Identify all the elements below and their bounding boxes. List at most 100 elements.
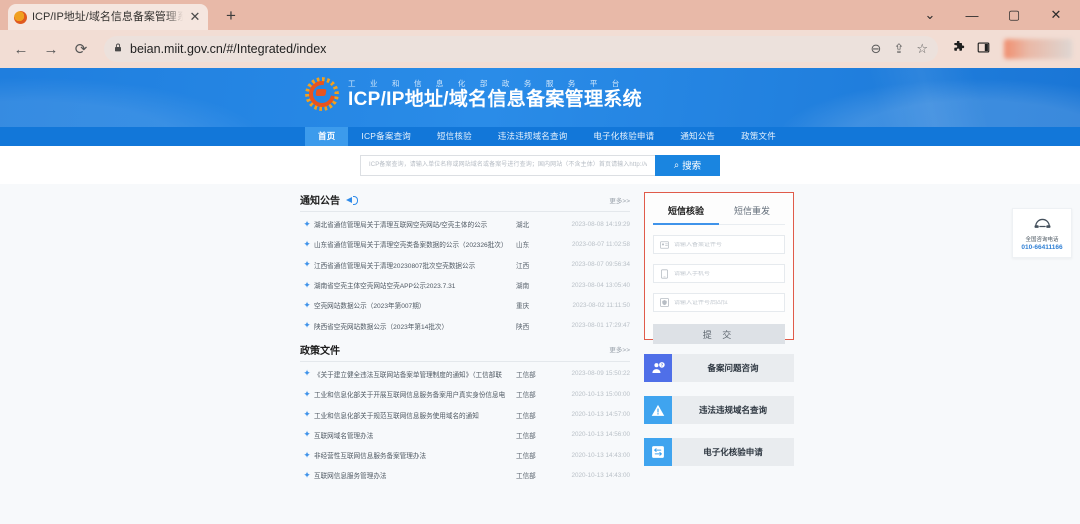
list-item[interactable]: ✦ 《关于建立健全违法互联网站备案单管理制度的通知》（工信部联 工信部 2023… bbox=[300, 364, 630, 384]
url-text: beian.miit.gov.cn/#/Integrated/index bbox=[130, 42, 326, 56]
bookmark-star-icon[interactable]: ☆ bbox=[916, 41, 928, 57]
close-tab-icon[interactable]: ✕ bbox=[188, 10, 202, 24]
list-item[interactable]: ✦ 工业和信息化部关于开展互联网信息服务备案用户真实身份信息电 工信部 2020… bbox=[300, 384, 630, 404]
nav-item-notices[interactable]: 通知公告 bbox=[667, 127, 728, 146]
notice-title[interactable]: 山东省通信管理局关于清理空壳类备案数据的公示（202326批次） bbox=[314, 239, 516, 249]
search-wrapper: ⌕ 搜索 bbox=[360, 155, 720, 176]
share-icon[interactable]: ⇪ bbox=[893, 41, 904, 57]
reload-icon[interactable]: ⟳ bbox=[68, 36, 94, 62]
search-button[interactable]: ⌕ 搜索 bbox=[655, 155, 720, 176]
bullet-icon: ✦ bbox=[300, 471, 314, 480]
policy-title[interactable]: 工业和信息化部关于规范互联网信息服务使用域名的通知 bbox=[314, 410, 516, 420]
address-bar[interactable]: beian.miit.gov.cn/#/Integrated/index ⊖ ⇪… bbox=[104, 36, 938, 62]
policy-title[interactable]: 互联网域名管理办法 bbox=[314, 430, 516, 440]
notice-title[interactable]: 湖北省通信管理局关于清理互联网空壳网站/空壳主体的公示 bbox=[314, 219, 516, 229]
sms-code-input[interactable] bbox=[674, 300, 778, 306]
policies-list: ✦ 《关于建立健全违法互联网站备案单管理制度的通知》（工信部联 工信部 2023… bbox=[300, 364, 630, 486]
warning-triangle-icon bbox=[644, 396, 672, 424]
user-question-icon: ? bbox=[644, 354, 672, 382]
policy-title[interactable]: 工业和信息化部关于开展互联网信息服务备案用户真实身份信息电 bbox=[314, 389, 516, 399]
nav-item-electronic-verification[interactable]: 电子化核验申请 bbox=[580, 127, 667, 146]
notice-title[interactable]: 湖南省空壳主体空壳网站空壳APP公示2023.7.31 bbox=[314, 280, 516, 290]
notice-region: 山东 bbox=[516, 239, 556, 249]
bullet-icon: ✦ bbox=[300, 301, 314, 310]
list-item[interactable]: ✦ 互联网域名管理办法 工信部 2020-10-13 14:56:00 bbox=[300, 425, 630, 445]
minimize-button[interactable]: — bbox=[952, 3, 992, 27]
hotline-number[interactable]: 010-66411166 bbox=[1021, 244, 1062, 251]
tab-sms-verify[interactable]: 短信核验 bbox=[653, 199, 719, 225]
list-item[interactable]: ✦ 工业和信息化部关于规范互联网信息服务使用域名的通知 工信部 2020-10-… bbox=[300, 404, 630, 424]
list-item[interactable]: ✦ 山东省通信管理局关于清理空壳类备案数据的公示（202326批次） 山东 20… bbox=[300, 234, 630, 254]
policy-date: 2023-08-09 15:50:22 bbox=[556, 370, 630, 377]
nav-item-home[interactable]: 首页 bbox=[305, 127, 348, 146]
sms-record-input[interactable] bbox=[674, 242, 778, 248]
search-input[interactable] bbox=[360, 155, 655, 176]
list-item[interactable]: ✦ 空壳网站数据公示（2023年第007期） 重庆 2023-08-02 11:… bbox=[300, 295, 630, 315]
bullet-icon: ✦ bbox=[300, 390, 314, 399]
sms-field-record-no[interactable] bbox=[653, 235, 785, 254]
list-item[interactable]: ✦ 互联网信息服务管理办法 工信部 2020-10-13 14:43:00 bbox=[300, 465, 630, 485]
policy-title[interactable]: 非经营性互联网信息服务备案管理办法 bbox=[314, 450, 516, 460]
bullet-icon: ✦ bbox=[300, 281, 314, 290]
nav-item-sms-verify[interactable]: 短信核验 bbox=[424, 127, 485, 146]
service-button-illegal-domain[interactable]: 违法违规域名查询 bbox=[644, 396, 794, 424]
sms-mobile-input[interactable] bbox=[674, 271, 778, 277]
policy-title[interactable]: 互联网信息服务管理办法 bbox=[314, 470, 516, 480]
mobile-icon bbox=[660, 269, 669, 279]
nav-item-illegal-domain-query[interactable]: 违法违规域名查询 bbox=[485, 127, 581, 146]
nav-item-icp-query[interactable]: ICP备案查询 bbox=[348, 127, 424, 146]
notices-more-link[interactable]: 更多>> bbox=[609, 195, 630, 205]
list-item[interactable]: ✦ 非经营性互联网信息服务备案管理办法 工信部 2020-10-13 14:43… bbox=[300, 445, 630, 465]
hotline-widget[interactable]: 全国咨询电话 010-66411166 bbox=[1012, 208, 1072, 258]
policy-title[interactable]: 《关于建立健全违法互联网站备案单管理制度的通知》（工信部联 bbox=[314, 369, 516, 379]
search-band: ⌕ 搜索 bbox=[0, 146, 1080, 184]
close-window-button[interactable]: ✕ bbox=[1036, 3, 1076, 27]
sms-field-code[interactable] bbox=[653, 293, 785, 312]
new-tab-button[interactable]: + bbox=[218, 3, 244, 29]
back-icon[interactable]: ← bbox=[8, 36, 34, 62]
policy-source: 工信部 bbox=[516, 430, 556, 440]
sms-field-mobile[interactable] bbox=[653, 264, 785, 283]
browser-tab[interactable]: ICP/IP地址/域名信息备案管理系 ✕ bbox=[8, 4, 208, 30]
notice-title[interactable]: 陕西省空壳网站数据公示（2023年第14批次） bbox=[314, 321, 516, 331]
list-item[interactable]: ✦ 湖北省通信管理局关于清理互联网空壳网站/空壳主体的公示 湖北 2023-08… bbox=[300, 214, 630, 234]
policy-source: 工信部 bbox=[516, 389, 556, 399]
notice-date: 2023-08-04 13:05:40 bbox=[556, 282, 630, 289]
list-item[interactable]: ✦ 江西省通信管理局关于清理20230807批次空壳数据公示 江西 2023-0… bbox=[300, 255, 630, 275]
chevron-down-icon[interactable]: ⌄ bbox=[910, 3, 950, 27]
service-button-electronic-verify[interactable]: 电子化核验申请 bbox=[644, 438, 794, 466]
site-header: 工 业 和 信 息 化 部 政 务 服 务 平 台 ICP/IP地址/域名信息备… bbox=[0, 68, 1080, 127]
service-button-consult[interactable]: ? 备案问题咨询 bbox=[644, 354, 794, 382]
tab-sms-resend[interactable]: 短信重发 bbox=[719, 199, 785, 224]
notice-date: 2023-08-02 11:11:50 bbox=[556, 302, 630, 309]
tab-strip: ICP/IP地址/域名信息备案管理系 ✕ + ⌄ — ▢ ✕ bbox=[0, 0, 1080, 30]
policies-more-link[interactable]: 更多>> bbox=[609, 344, 630, 354]
policy-date: 2020-10-13 15:00:00 bbox=[556, 391, 630, 398]
nav-item-policy-docs[interactable]: 政策文件 bbox=[728, 127, 789, 146]
zoom-icon[interactable]: ⊖ bbox=[871, 41, 882, 57]
service-buttons: ? 备案问题咨询 违法违规域名查询 bbox=[644, 354, 794, 466]
brand-subtitle: 工 业 和 信 息 化 部 政 务 服 务 平 台 bbox=[348, 78, 642, 89]
policy-date: 2020-10-13 14:56:00 bbox=[556, 431, 630, 438]
list-item[interactable]: ✦ 湖南省空壳主体空壳网站空壳APP公示2023.7.31 湖南 2023-08… bbox=[300, 275, 630, 295]
id-card-icon bbox=[660, 240, 669, 250]
shield-check-icon bbox=[660, 298, 669, 308]
policies-header: 政策文件 更多>> bbox=[300, 342, 630, 362]
browser-toolbar: ← → ⟳ beian.miit.gov.cn/#/Integrated/ind… bbox=[0, 30, 1080, 68]
sms-submit-button[interactable]: 提 交 bbox=[653, 324, 785, 344]
side-panel-icon[interactable] bbox=[973, 41, 994, 57]
policy-source: 工信部 bbox=[516, 450, 556, 460]
list-item[interactable]: ✦ 陕西省空壳网站数据公示（2023年第14批次） 陕西 2023-08-01 … bbox=[300, 315, 630, 335]
page-content: 工 业 和 信 息 化 部 政 务 服 务 平 台 ICP/IP地址/域名信息备… bbox=[0, 68, 1080, 524]
extensions-icon[interactable] bbox=[948, 41, 969, 57]
profile-avatar[interactable] bbox=[1004, 39, 1072, 59]
notice-title[interactable]: 空壳网站数据公示（2023年第007期） bbox=[314, 300, 516, 310]
brand-title: ICP/IP地址/域名信息备案管理系统 bbox=[348, 89, 642, 111]
forward-icon[interactable]: → bbox=[38, 36, 64, 62]
notice-date: 2023-08-08 14:19:29 bbox=[556, 221, 630, 228]
telephone-icon bbox=[1034, 216, 1051, 234]
policies-title: 政策文件 bbox=[300, 342, 340, 357]
notice-title[interactable]: 江西省通信管理局关于清理20230807批次空壳数据公示 bbox=[314, 260, 516, 270]
maximize-button[interactable]: ▢ bbox=[994, 3, 1034, 27]
svg-text:?: ? bbox=[661, 362, 664, 367]
